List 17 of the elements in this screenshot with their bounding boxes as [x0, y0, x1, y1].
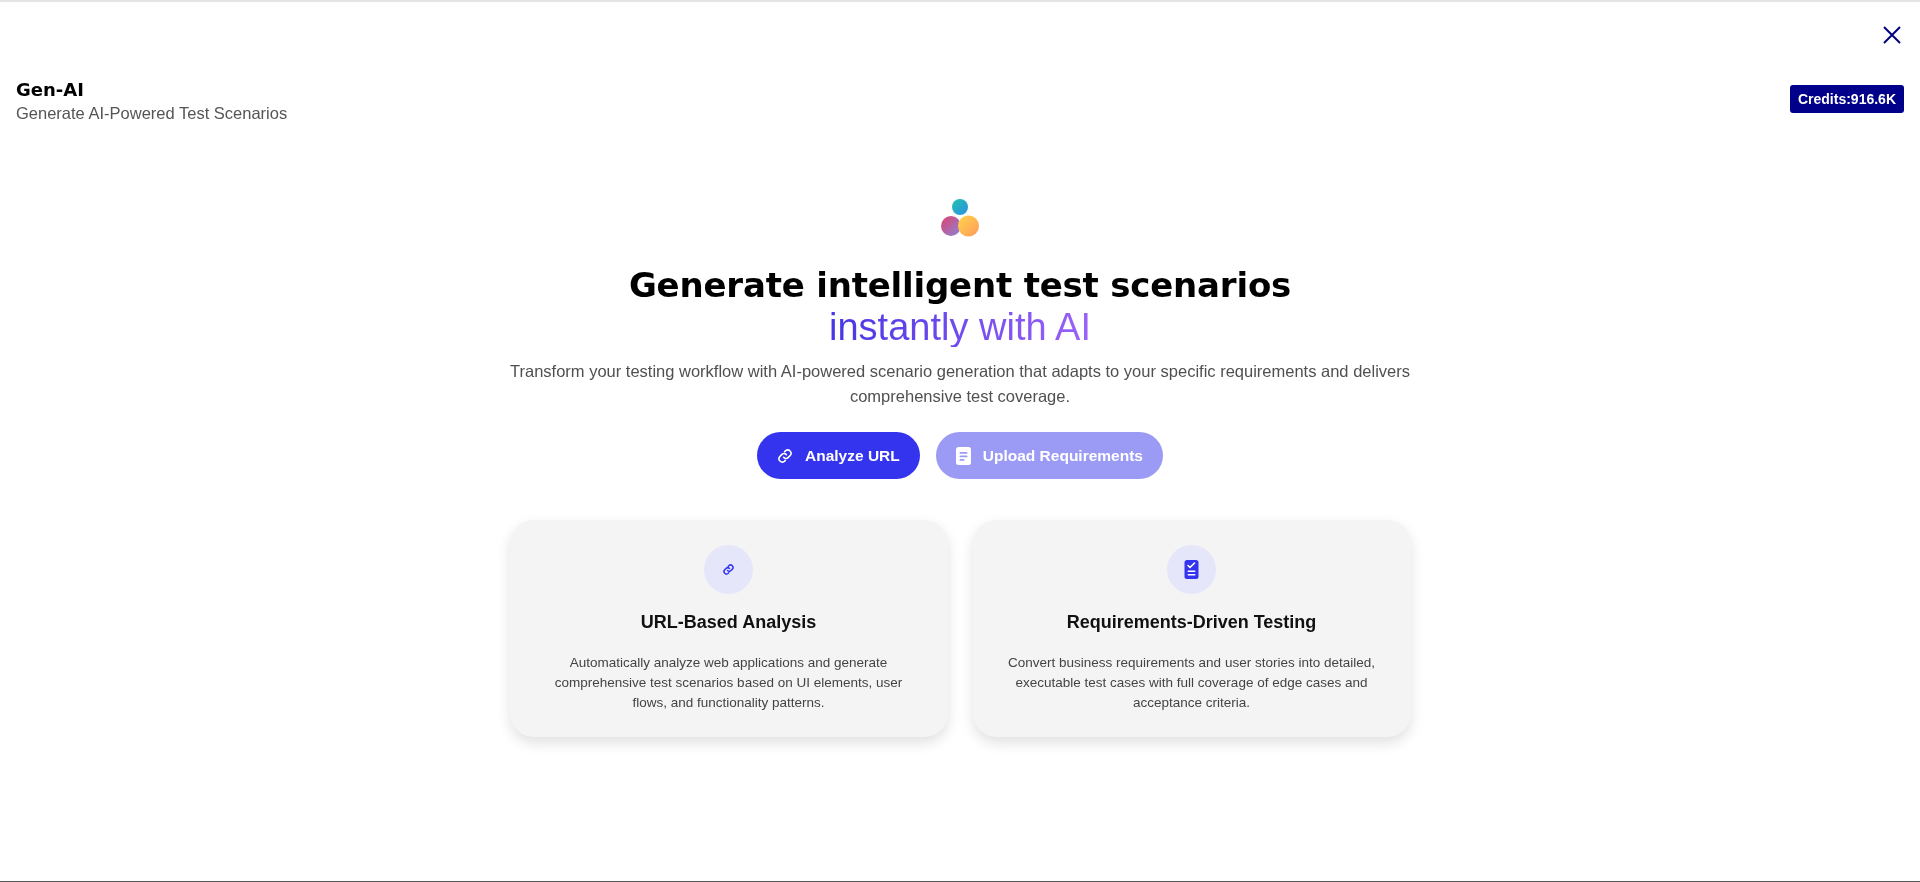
- close-icon: [1883, 26, 1901, 44]
- credits-badge: Credits:916.6K: [1789, 85, 1904, 113]
- page-title: Gen-AI: [16, 79, 85, 101]
- link-icon: [777, 447, 793, 464]
- document-icon: [955, 446, 971, 465]
- checklist-icon: [1167, 544, 1216, 594]
- mode-button[interactable]: Analyze URL: [757, 432, 920, 479]
- feature-title: Requirements-Driven Testing: [1066, 610, 1317, 633]
- close-button[interactable]: [1883, 26, 1901, 44]
- logo-icon: [941, 199, 979, 237]
- feature-description: Convert business requirements and user stories into detailed, executable test cases with full coverage of edge cases and acceptance criteria.: [1007, 653, 1376, 712]
- page-subtitle: Generate AI-Powered Test Scenarios: [16, 104, 288, 123]
- feature-description: Automatically analyze web applications and generate comprehensive test scenarios based on UI elements, user flows, and functionality patterns.: [553, 653, 904, 712]
- link-icon: [704, 544, 753, 594]
- feature-title: URL-Based Analysis: [640, 610, 817, 633]
- hero-heading: Generate intelligent test scenarios: [628, 265, 1292, 305]
- hero-description: Transform your testing workflow with AI-powered scenario generation that adapts to your specific requirements and delivers comprehensive test coverage.: [509, 361, 1411, 407]
